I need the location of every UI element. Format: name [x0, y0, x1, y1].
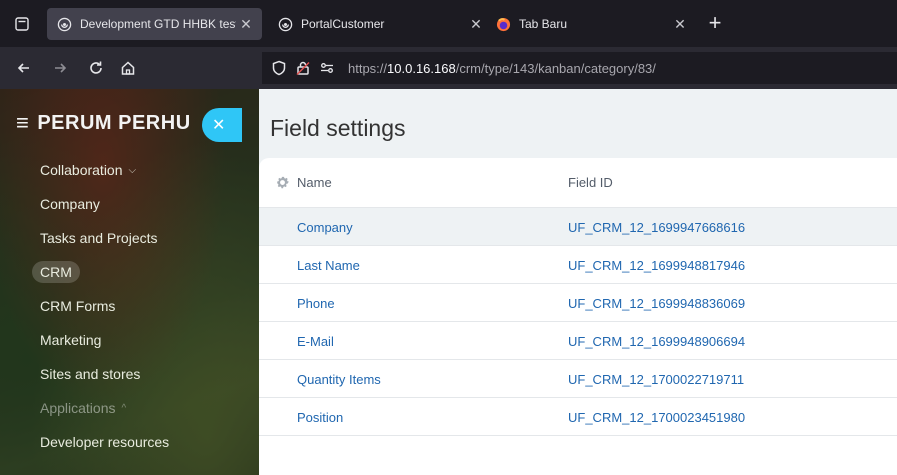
- chevron-up-icon: ^: [121, 402, 127, 414]
- sidebar-item-label: Developer resources: [40, 434, 170, 450]
- table-row[interactable]: Company UF_CRM_12_1699947668616: [259, 208, 897, 246]
- field-settings-table: Name Field ID Company UF_CRM_12_16999476…: [259, 158, 897, 475]
- tab-portalcustomer[interactable]: PortalCustomer ✕: [268, 8, 492, 40]
- sidebar-item-developer-resources[interactable]: Developer resources: [0, 425, 259, 459]
- tab-title: Tab Baru: [519, 17, 568, 31]
- url-scheme: https://: [348, 60, 388, 76]
- table-row[interactable]: Phone UF_CRM_12_1699948836069: [259, 284, 897, 322]
- url-path: /crm/type/143/kanban/category/83/: [455, 60, 656, 76]
- close-icon: ✕: [212, 117, 226, 134]
- gear-icon[interactable]: [275, 175, 289, 189]
- collapse-menu-button[interactable]: ✕: [202, 108, 242, 142]
- sidebar-item-applications[interactable]: Applications ^: [0, 391, 259, 425]
- field-id-link[interactable]: UF_CRM_12_1699948836069: [568, 296, 745, 311]
- browser-tab-strip: Development GTD HHBK test ✕ PortalCustom…: [0, 0, 897, 47]
- insecure-lock-icon[interactable]: [292, 57, 314, 79]
- field-name-link[interactable]: Last Name: [297, 258, 360, 273]
- sidebar-menu: Collaboration ⌵ Company Tasks and Projec…: [0, 153, 259, 459]
- sidebar-item-label: Company: [40, 196, 100, 212]
- sidebar-item-sites-and-stores[interactable]: Sites and stores: [0, 357, 259, 391]
- back-arrow-icon[interactable]: [12, 56, 36, 80]
- table-row[interactable]: Position UF_CRM_12_1700023451980: [259, 398, 897, 436]
- brand: ≡ PERUM PERHU: [16, 109, 191, 137]
- reload-icon[interactable]: [84, 56, 108, 80]
- sidebar: ≡ PERUM PERHU ✕ Collaboration ⌵ Company …: [0, 89, 259, 475]
- close-tab-icon[interactable]: ✕: [670, 14, 690, 34]
- url-bar[interactable]: https://10.0.16.168/crm/type/143/kanban/…: [262, 52, 897, 84]
- tab-tab-baru[interactable]: Tab Baru ✕: [486, 8, 696, 40]
- field-name-link[interactable]: Company: [297, 220, 353, 235]
- field-id-link[interactable]: UF_CRM_12_1699947668616: [568, 220, 745, 235]
- sidebar-item-label: Sites and stores: [40, 366, 141, 382]
- field-id-link[interactable]: UF_CRM_12_1700022719711: [568, 372, 744, 387]
- brand-name: PERUM PERHU: [37, 111, 191, 134]
- column-header-name[interactable]: Name: [297, 175, 332, 190]
- tab-title: PortalCustomer: [301, 17, 385, 31]
- main-content: Field settings Name Field ID Company UF_…: [259, 89, 897, 475]
- sidebar-item-label: CRM Forms: [40, 298, 116, 314]
- globe-icon: [277, 16, 293, 32]
- firefox-icon: [495, 16, 511, 32]
- sidebar-item-marketing[interactable]: Marketing: [0, 323, 259, 357]
- field-name-link[interactable]: Position: [297, 410, 343, 425]
- field-id-link[interactable]: UF_CRM_12_1700023451980: [568, 410, 745, 425]
- chevron-down-icon: ⌵: [128, 164, 137, 176]
- menu-icon[interactable]: ≡: [16, 110, 29, 136]
- shield-icon[interactable]: [268, 57, 290, 79]
- table-row[interactable]: Last Name UF_CRM_12_1699948817946: [259, 246, 897, 284]
- forward-arrow-icon[interactable]: [48, 56, 72, 80]
- browser-nav-bar: https://10.0.16.168/crm/type/143/kanban/…: [0, 47, 897, 89]
- column-header-field-id[interactable]: Field ID: [568, 175, 613, 190]
- sidebar-item-label: Applications: [40, 400, 116, 416]
- sidebar-item-collaboration[interactable]: Collaboration ⌵: [0, 153, 259, 187]
- sidebar-item-crm[interactable]: CRM: [0, 255, 259, 289]
- sidebar-item-label: Marketing: [40, 332, 102, 348]
- url-host: 10.0.16.168: [387, 60, 456, 76]
- field-name-link[interactable]: Phone: [297, 296, 335, 311]
- page-title: Field settings: [270, 115, 406, 141]
- url-text[interactable]: https://10.0.16.168/crm/type/143/kanban/…: [348, 61, 656, 76]
- sidebar-item-label: Collaboration: [40, 162, 123, 178]
- sidebar-item-company[interactable]: Company: [0, 187, 259, 221]
- tab-list-icon[interactable]: [8, 10, 36, 38]
- home-icon[interactable]: [116, 56, 140, 80]
- table-row[interactable]: Quantity Items UF_CRM_12_1700022719711: [259, 360, 897, 398]
- globe-icon: [56, 16, 72, 32]
- tab-development-gtd[interactable]: Development GTD HHBK test ✕: [47, 8, 262, 40]
- table-header: Name Field ID: [259, 158, 897, 208]
- sidebar-item-label: CRM: [32, 261, 80, 283]
- new-tab-icon[interactable]: +: [702, 12, 728, 36]
- field-id-link[interactable]: UF_CRM_12_1699948817946: [568, 258, 745, 273]
- field-name-link[interactable]: E-Mail: [297, 334, 334, 349]
- close-tab-icon[interactable]: ✕: [466, 14, 486, 34]
- field-id-link[interactable]: UF_CRM_12_1699948906694: [568, 334, 745, 349]
- permissions-icon[interactable]: [316, 57, 338, 79]
- sidebar-item-label: Tasks and Projects: [40, 230, 158, 246]
- sidebar-item-tasks-and-projects[interactable]: Tasks and Projects: [0, 221, 259, 255]
- close-tab-icon[interactable]: ✕: [236, 14, 256, 34]
- tab-title: Development GTD HHBK test: [80, 17, 236, 31]
- table-row[interactable]: E-Mail UF_CRM_12_1699948906694: [259, 322, 897, 360]
- sidebar-item-crm-forms[interactable]: CRM Forms: [0, 289, 259, 323]
- field-name-link[interactable]: Quantity Items: [297, 372, 381, 387]
